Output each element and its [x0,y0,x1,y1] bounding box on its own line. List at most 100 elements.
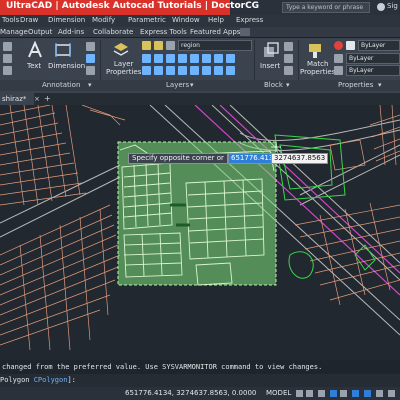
lineweight-display-icon[interactable] [376,390,383,397]
linetype-icon [334,66,343,75]
match-layer-icon[interactable] [154,54,163,63]
command-prompt-tooltip: Specify opposite corner or [128,153,228,164]
osnap-icon[interactable] [352,390,359,397]
tab-featured-apps[interactable]: Featured Apps [190,28,240,36]
otrack-icon[interactable] [364,390,371,397]
layer-lock-icon[interactable] [166,41,175,50]
new-tab-icon[interactable]: + [44,94,51,103]
polar-icon[interactable] [330,390,337,397]
command-line[interactable]: Polygon CPolygon]: [0,374,400,387]
menu-item-modify[interactable]: Modify [92,16,115,24]
layer-walk-icon[interactable] [226,54,235,63]
model-space-button[interactable]: MODEL [266,389,291,397]
user-icon[interactable] [377,3,385,11]
layer-isolate-icon[interactable] [178,54,187,63]
layer-freeze-vp-icon[interactable] [202,54,211,63]
document-tab-bar: shiraz* × + [0,93,400,105]
panel-layers-label[interactable]: Layers [166,81,189,89]
search-input[interactable]: Type a keyword or phrase [282,2,370,13]
menu-item-help[interactable]: Help [208,16,224,24]
layer-unisolate-icon[interactable] [190,54,199,63]
banner-text: UltraCAD | Autodesk Autocad Tutorials | … [6,1,260,11]
title-banner: UltraCAD | Autodesk Autocad Tutorials | … [0,0,259,15]
annotation-scale-icon[interactable] [388,390,395,397]
layer-properties-label[interactable]: Layer Properties [106,60,141,76]
close-icon[interactable]: × [34,95,40,103]
layer-off-icon[interactable] [214,54,223,63]
color-swatch [346,41,355,50]
table-icon[interactable] [86,54,95,63]
linetype-dropdown[interactable]: ByLayer [346,53,400,64]
chevron-down-icon[interactable]: ▾ [286,81,290,89]
text-button-label[interactable]: Text [27,62,41,70]
dim-icon[interactable] [3,42,12,51]
block-attribute-icon[interactable] [284,66,293,75]
layer-on-all-icon[interactable] [226,66,235,75]
layer-unlock-icon[interactable] [202,66,211,75]
chevron-down-icon[interactable]: ▾ [190,81,194,89]
tab-output[interactable]: Output [28,28,52,36]
dimension-icon[interactable] [54,41,72,59]
menu-item-window[interactable]: Window [172,16,200,24]
tab-express-tools[interactable]: Express Tools [140,28,187,36]
match-properties-icon[interactable] [306,41,324,59]
edit-block-icon[interactable] [284,54,293,63]
ortho-icon[interactable] [318,390,325,397]
status-bar: 651776.4134, 3274637.8563, 0.0000 MODEL [0,387,400,400]
array-icon[interactable] [3,54,12,63]
command-prefix: Polygon [0,376,34,384]
insert-block-icon[interactable] [262,41,280,59]
menu-item-tools[interactable]: Tools [2,16,19,24]
markup-icon[interactable] [86,66,95,75]
lineweight-dropdown[interactable]: ByLayer [346,65,400,76]
chevron-down-icon[interactable]: ▾ [88,81,92,89]
panel-properties-label[interactable]: Properties [338,81,373,89]
make-current-icon[interactable] [142,54,151,63]
menu-bar: Tools Draw Dimension Modify Parametric W… [0,15,400,27]
command-option-cpolygon[interactable]: CPolygon [34,376,68,384]
autocad-window: UltraCAD | Autodesk Autocad Tutorials | … [0,0,400,400]
isodraft-icon[interactable] [340,390,347,397]
menu-item-dimension[interactable]: Dimension [48,16,85,24]
lineweight-icon [334,54,343,63]
layer-thaw-icon[interactable] [214,66,223,75]
layer-on-icon[interactable] [142,41,151,50]
status-coordinates[interactable]: 651776.4134, 3274637.8563, 0.0000 [125,389,256,397]
dimension-button-label[interactable]: Dimension [48,62,85,70]
drawing-svg[interactable] [0,104,400,360]
parcel-blocks-right [294,104,400,306]
leader-icon[interactable] [86,42,95,51]
layer-dropdown[interactable]: region [178,40,252,51]
tab-manage[interactable]: Manage [0,28,28,36]
layer-delete-icon[interactable] [166,66,175,75]
panel-block-label[interactable]: Block [264,81,283,89]
grid-icon[interactable] [296,390,303,397]
drawing-area[interactable] [0,104,400,360]
snap-icon[interactable] [306,390,313,397]
layer-merge-icon[interactable] [154,66,163,75]
tab-add-ins[interactable]: Add-ins [58,28,84,36]
ribbon-minimize-icon[interactable] [240,28,250,36]
document-tab[interactable]: shiraz* [0,93,34,105]
color-dropdown[interactable]: ByLayer [358,40,400,51]
text-icon[interactable] [26,40,44,59]
panel-annotation-label[interactable]: Annotation [42,81,80,89]
layer-lock-all-icon[interactable] [190,66,199,75]
tab-collaborate[interactable]: Collaborate [93,28,133,36]
layer-state-icon[interactable] [178,66,187,75]
menu-item-draw[interactable]: Draw [20,16,38,24]
layer-freeze-icon[interactable] [154,41,163,50]
coord-y-input[interactable]: 3274637.8563 [271,153,329,164]
chevron-down-icon[interactable]: ▾ [378,81,382,89]
insert-button-label[interactable]: Insert [260,62,280,70]
layer-tool-icon[interactable] [142,66,151,75]
panel-label-bar: Annotation ▾ Layers ▾ Block ▾ Properties… [0,80,400,91]
menu-item-express[interactable]: Express [236,16,263,24]
match-properties-label[interactable]: Match Properties [300,60,335,76]
layer-previous-icon[interactable] [166,54,175,63]
user-label[interactable]: Sig [387,2,398,10]
offset-icon[interactable] [3,66,12,75]
menu-item-parametric[interactable]: Parametric [128,16,166,24]
layer-properties-icon[interactable] [112,41,130,59]
create-block-icon[interactable] [284,42,293,51]
